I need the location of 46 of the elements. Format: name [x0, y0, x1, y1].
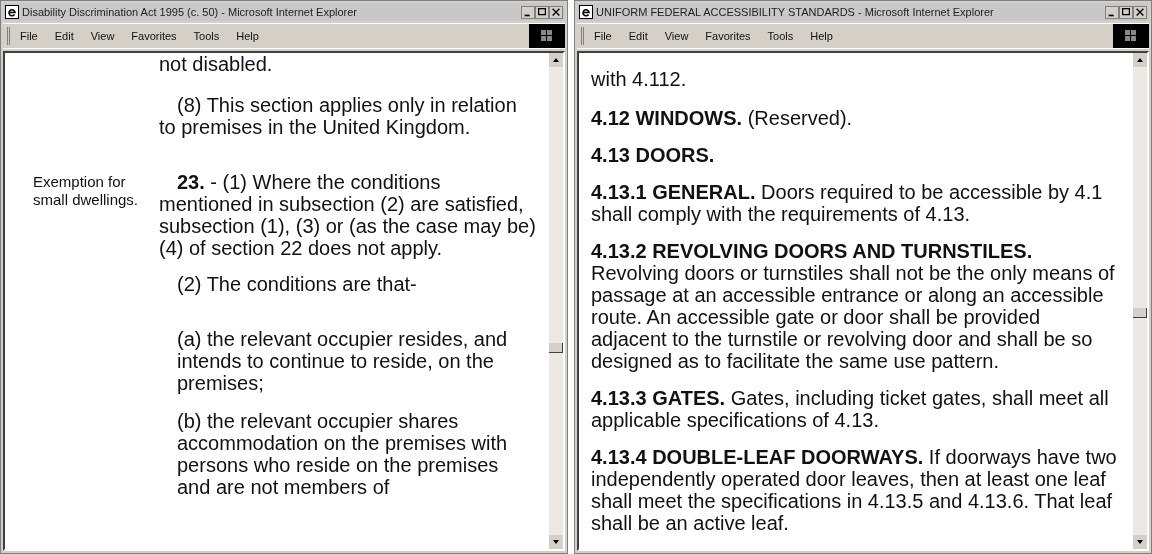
- scroll-down-icon[interactable]: [1133, 535, 1147, 549]
- window-title: Disability Discrimination Act 1995 (c. 50) - Microsoft Internet Explorer: [22, 4, 358, 20]
- paragraph-text: 4.13.4 DOUBLE-LEAF DOORWAYS. If doorways have two independently operated door leaves, then at least one leaf shall meet the specifications in 4.13.5 and 4.13.6. That leaf shall be an active leaf.: [591, 446, 1118, 534]
- scrollbar[interactable]: [549, 53, 563, 549]
- browser-logo-icon: [579, 5, 593, 19]
- paragraph-text: 4.13.2 REVOLVING DOORS AND TURNSTILES. Revolving doors or turnstiles shall not be the only means of passage at an accessible entrance or along an accessible route. An accessible gate or door shall be provided adjacent to the turnstile or revolving door and shall be so designed as to facilitate the same use pattern.: [591, 240, 1116, 372]
- maximize-icon[interactable]: [535, 5, 549, 19]
- paragraph-text: (b) the relevant occupier shares accommodation on the premises with persons who reside on the premises and are not members of: [177, 410, 509, 498]
- windows-logo-icon: [1113, 24, 1149, 48]
- window-title: UNIFORM FEDERAL ACCESSIBILITY STANDARDS - Microsoft Internet Explorer: [596, 4, 995, 20]
- minimize-icon[interactable]: [1105, 5, 1119, 19]
- paragraph-text: 23. - (1) Where the conditions mentioned in subsection (2) are satisfied, subsection (1), (3) or (as the case may be) (4) of section 22 does not apply.: [159, 171, 537, 259]
- menu-item[interactable]: Favorites: [705, 27, 751, 45]
- margin-note: Exemption for small dwellings.: [33, 173, 140, 210]
- menu-item[interactable]: Edit: [54, 27, 74, 45]
- menu-item[interactable]: View: [90, 27, 115, 45]
- windows-logo-icon: [529, 24, 565, 48]
- scroll-thumb[interactable]: [549, 343, 563, 353]
- paragraph-text: not disabled.: [159, 53, 274, 75]
- paragraph-text: with 4.112.: [591, 68, 688, 90]
- menu-item[interactable]: Tools: [767, 27, 794, 45]
- menu-item[interactable]: Help: [810, 27, 833, 45]
- close-icon[interactable]: [1133, 5, 1147, 19]
- scroll-thumb[interactable]: [1133, 308, 1147, 318]
- paragraph-text: (a) the relevant occupier resides, and intends to continue to reside, on the premises;: [177, 328, 509, 394]
- scrollbar[interactable]: [1133, 53, 1147, 549]
- maximize-icon[interactable]: [1119, 5, 1133, 19]
- menu-item[interactable]: File: [20, 27, 38, 45]
- minimize-icon[interactable]: [521, 5, 535, 19]
- paragraph-text: 4.13.3 GATES. Gates, including ticket gates, shall meet all applicable specifications of 4.13.: [591, 387, 1110, 431]
- menu-item[interactable]: Edit: [628, 27, 648, 45]
- paragraph-text: 4.13.1 GENERAL. Doors required to be accessible by 4.1 shall comply with the requirements of 4.13.: [591, 181, 1104, 225]
- paragraph-text: 4.12 WINDOWS. (Reserved).: [591, 107, 854, 129]
- scroll-down-icon[interactable]: [549, 535, 563, 549]
- paragraph-text: (2) The conditions are that-: [176, 273, 418, 295]
- paragraph-text: 4.13 DOORS.: [591, 144, 716, 166]
- paragraph-text: (8) This section applies only in relation to premises in the United Kingdom.: [159, 94, 518, 138]
- menu-item[interactable]: Tools: [193, 27, 220, 45]
- browser-logo-icon: [5, 5, 19, 19]
- menu-item[interactable]: File: [594, 27, 612, 45]
- scroll-up-icon[interactable]: [1133, 53, 1147, 67]
- menu-item[interactable]: Favorites: [131, 27, 177, 45]
- menu-item[interactable]: Help: [236, 27, 259, 45]
- close-icon[interactable]: [549, 5, 563, 19]
- menu-item[interactable]: View: [664, 27, 689, 45]
- scroll-up-icon[interactable]: [549, 53, 563, 67]
